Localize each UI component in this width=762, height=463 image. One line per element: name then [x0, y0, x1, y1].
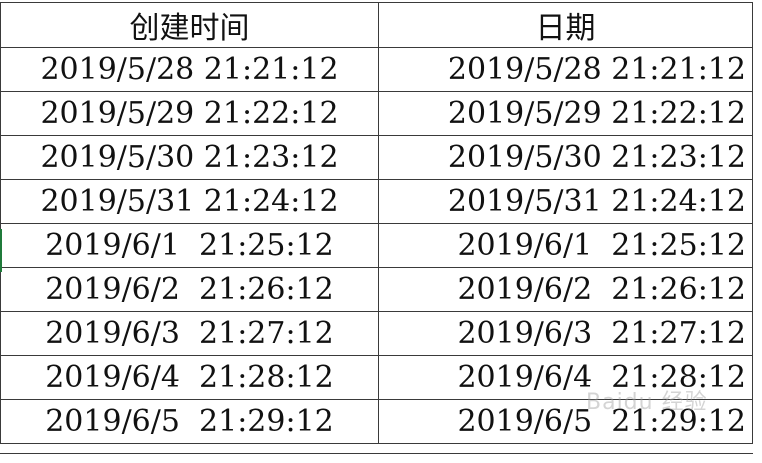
cell-created-time[interactable]: 2019/6/4 21:28:12: [0, 355, 379, 400]
cell-date[interactable]: 2019/5/30 21:23:12: [378, 135, 753, 180]
table-row: 2019/6/4 21:28:12 2019/6/4 21:28:12: [0, 355, 753, 400]
table-row: 2019/5/30 21:23:12 2019/5/30 21:23:12: [0, 135, 753, 180]
cell-created-time[interactable]: 2019/6/2 21:26:12: [0, 267, 379, 312]
cell-created-time[interactable]: 2019/5/30 21:23:12: [0, 135, 379, 180]
cell-date[interactable]: 2019/6/1 21:25:12: [378, 223, 753, 268]
cell-date[interactable]: 2019/6/5 21:29:12: [378, 399, 753, 444]
header-row: 创建时间 日期: [0, 2, 753, 48]
table-row: 2019/5/29 21:22:12 2019/5/29 21:22:12: [0, 91, 753, 136]
table-row: 2019/6/5 21:29:12 2019/6/5 21:29:12: [0, 399, 753, 444]
cell-date[interactable]: 2019/5/28 21:21:12: [378, 47, 753, 92]
table-row: 2019/6/1 21:25:12 2019/6/1 21:25:12: [0, 223, 753, 268]
data-table: 创建时间 日期 2019/5/28 21:21:12 2019/5/28 21:2…: [0, 2, 753, 444]
cell-created-time[interactable]: 2019/6/1 21:25:12: [0, 223, 379, 268]
cell-date[interactable]: 2019/6/2 21:26:12: [378, 267, 753, 312]
header-cell-created[interactable]: 创建时间: [0, 2, 379, 48]
cell-date[interactable]: 2019/5/29 21:22:12: [378, 91, 753, 136]
cell-created-time[interactable]: 2019/5/31 21:24:12: [0, 179, 379, 224]
cell-created-time[interactable]: 2019/6/3 21:27:12: [0, 311, 379, 356]
spreadsheet-view: 创建时间 日期 2019/5/28 21:21:12 2019/5/28 21:2…: [0, 0, 762, 463]
table-row: 2019/5/31 21:24:12 2019/5/31 21:24:12: [0, 179, 753, 224]
table-row: 2019/6/2 21:26:12 2019/6/2 21:26:12: [0, 267, 753, 312]
table-row: 2019/6/3 21:27:12 2019/6/3 21:27:12: [0, 311, 753, 356]
cell-date[interactable]: 2019/5/31 21:24:12: [378, 179, 753, 224]
row-selection-marker: [0, 229, 2, 272]
grid-bottom-border: [0, 453, 753, 454]
header-cell-date[interactable]: 日期: [378, 2, 753, 48]
cell-created-time[interactable]: 2019/6/5 21:29:12: [0, 399, 379, 444]
cell-date[interactable]: 2019/6/3 21:27:12: [378, 311, 753, 356]
table-row: 2019/5/28 21:21:12 2019/5/28 21:21:12: [0, 47, 753, 92]
cell-created-time[interactable]: 2019/5/29 21:22:12: [0, 91, 379, 136]
cell-date[interactable]: 2019/6/4 21:28:12: [378, 355, 753, 400]
cell-created-time[interactable]: 2019/5/28 21:21:12: [0, 47, 379, 92]
